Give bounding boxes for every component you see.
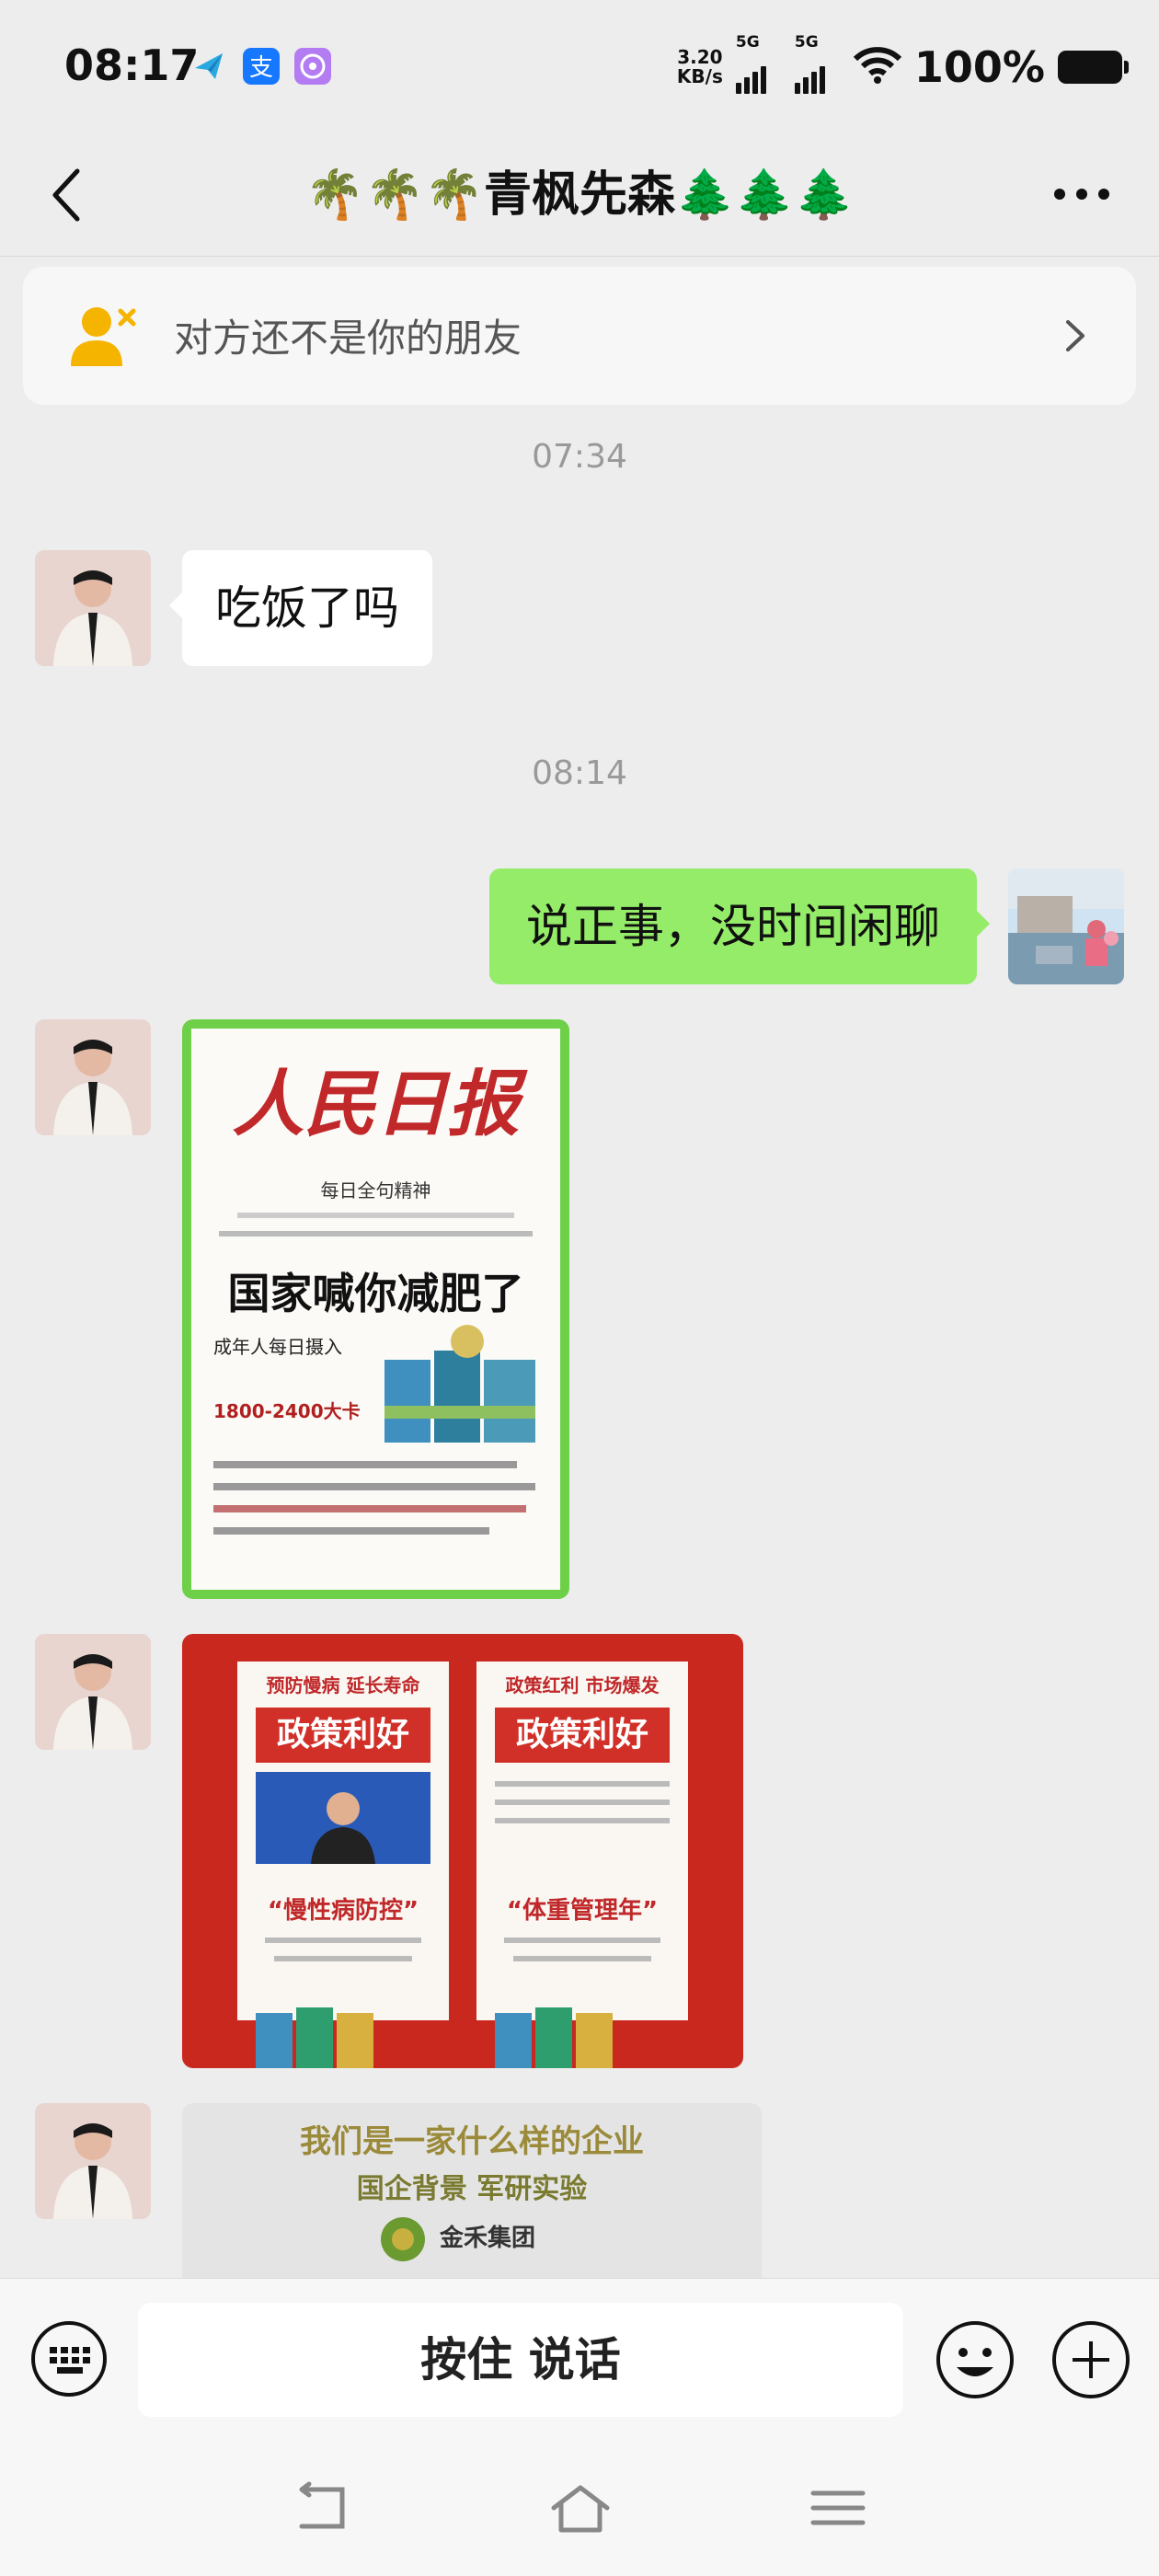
image-message-policy[interactable]: 预防慢病 延长寿命 政策利好 “慢性病防控” 政策红利 市场爆发 政策利好 “体… [182, 1634, 743, 2068]
more-actions-button[interactable] [1050, 2319, 1131, 2400]
menu-icon [810, 2490, 866, 2525]
emoji-button[interactable] [935, 2319, 1016, 2400]
newspaper-text: 成年人每日摄入 [213, 1336, 342, 1358]
company-logo-text: 金禾集团 [440, 2225, 536, 2252]
wifi-icon [853, 46, 901, 88]
poster-right-quote: “体重管理年” [506, 1897, 659, 1925]
home-icon [551, 2485, 610, 2533]
poster-product-strip [182, 2004, 743, 2068]
plus-icon [1052, 2321, 1130, 2398]
chat-header: 🌴🌴🌴青枫先森🌲🌲🌲 [0, 138, 1159, 257]
newspaper-headline: 国家喊你减肥了 [227, 1269, 524, 1318]
poster-right: 政策红利 市场爆发 政策利好 “体重管理年” [476, 1662, 688, 2020]
status-right: 3.20 KB/s 5G 5G 100% [676, 33, 1129, 94]
system-home-button[interactable] [548, 2480, 613, 2536]
message-bubble-received[interactable]: 吃饭了吗 [169, 550, 432, 666]
message-timestamp: 08:14 [532, 754, 627, 792]
signal-icon: 5G [735, 33, 782, 94]
status-time: 08:17 [64, 40, 200, 90]
poster-left-top: 预防慢病 延长寿命 [266, 1674, 420, 1696]
company-logo-icon [375, 2212, 430, 2267]
contact-avatar[interactable] [35, 1019, 151, 1135]
more-button[interactable] [1045, 171, 1119, 217]
app-icon-purple [294, 48, 331, 85]
chat-title: 🌴🌴🌴青枫先森🌲🌲🌲 [304, 167, 855, 223]
newspaper-masthead: 人民日报 [232, 1063, 520, 1146]
poster-left-quote: “慢性病防控” [267, 1897, 419, 1925]
newspaper-subtitle: 每日全句精神 [320, 1179, 431, 1202]
user-remove-icon [67, 302, 141, 370]
company-subheading: 国企背景 军研实验 [356, 2173, 588, 2205]
chevron-right-icon [1061, 315, 1088, 357]
contact-avatar[interactable] [35, 550, 151, 666]
system-back-button[interactable] [291, 2480, 355, 2536]
company-heading: 我们是一家什么样的企业 [300, 2123, 644, 2160]
poster-left-photo [256, 1772, 430, 1864]
text-lines [237, 1213, 514, 1218]
network-speed: 3.20 KB/s [676, 46, 723, 87]
alipay-icon: 支 [243, 48, 280, 85]
chat-input-bar: 按住 说话 [0, 2278, 1159, 2426]
more-dots-icon [1054, 189, 1109, 200]
contact-avatar[interactable] [35, 2103, 151, 2219]
self-avatar[interactable] [1008, 868, 1124, 984]
status-bar: 08:17 支 3.20 KB/s 5G 5G 100% [0, 0, 1159, 138]
message-bubble-sent[interactable]: 说正事，没时间闲聊 [489, 868, 990, 984]
newspaper-body-lines [213, 1461, 535, 1549]
newspaper-text-red: 1800-2400大卡 [213, 1400, 361, 1422]
newspaper-page: 人民日报 每日全句精神 国家喊你减肥了 成年人每日摄入 1800-2400大卡 [191, 1029, 560, 1590]
app-notification-icon [191, 48, 228, 85]
image-message-company[interactable]: 我们是一家什么样的企业 国企背景 军研实验 金禾集团 [182, 2103, 762, 2278]
notice-text: 对方还不是你的朋友 [174, 316, 522, 361]
system-navigation-bar [0, 2425, 1159, 2576]
message-timestamp: 07:34 [532, 438, 627, 476]
keyboard-toggle-button[interactable] [29, 2319, 109, 2398]
battery-icon [1058, 51, 1129, 84]
image-message-newspaper[interactable]: 人民日报 每日全句精神 国家喊你减肥了 成年人每日摄入 1800-2400大卡 [182, 1019, 569, 1599]
hold-to-talk-button[interactable]: 按住 说话 [138, 2303, 903, 2417]
battery-level: 100% [913, 42, 1045, 92]
system-menu-button[interactable] [806, 2480, 870, 2536]
signal-icon-2: 5G [794, 33, 841, 94]
text-lines [219, 1231, 533, 1236]
emoji-icon [936, 2321, 1014, 2398]
keyboard-icon [31, 2321, 107, 2397]
not-friend-notice[interactable]: 对方还不是你的朋友 [23, 267, 1136, 405]
poster-right-banner: 政策利好 [495, 1708, 670, 1763]
poster-left: 预防慢病 延长寿命 政策利好 “慢性病防控” [237, 1662, 449, 2020]
back-arrow-icon [299, 2481, 345, 2529]
svg-text:支: 支 [249, 54, 273, 82]
contact-avatar[interactable] [35, 1634, 151, 1750]
product-boxes-image [384, 1323, 541, 1443]
poster-left-banner: 政策利好 [256, 1708, 430, 1763]
poster-right-top: 政策红利 市场爆发 [505, 1674, 660, 1696]
